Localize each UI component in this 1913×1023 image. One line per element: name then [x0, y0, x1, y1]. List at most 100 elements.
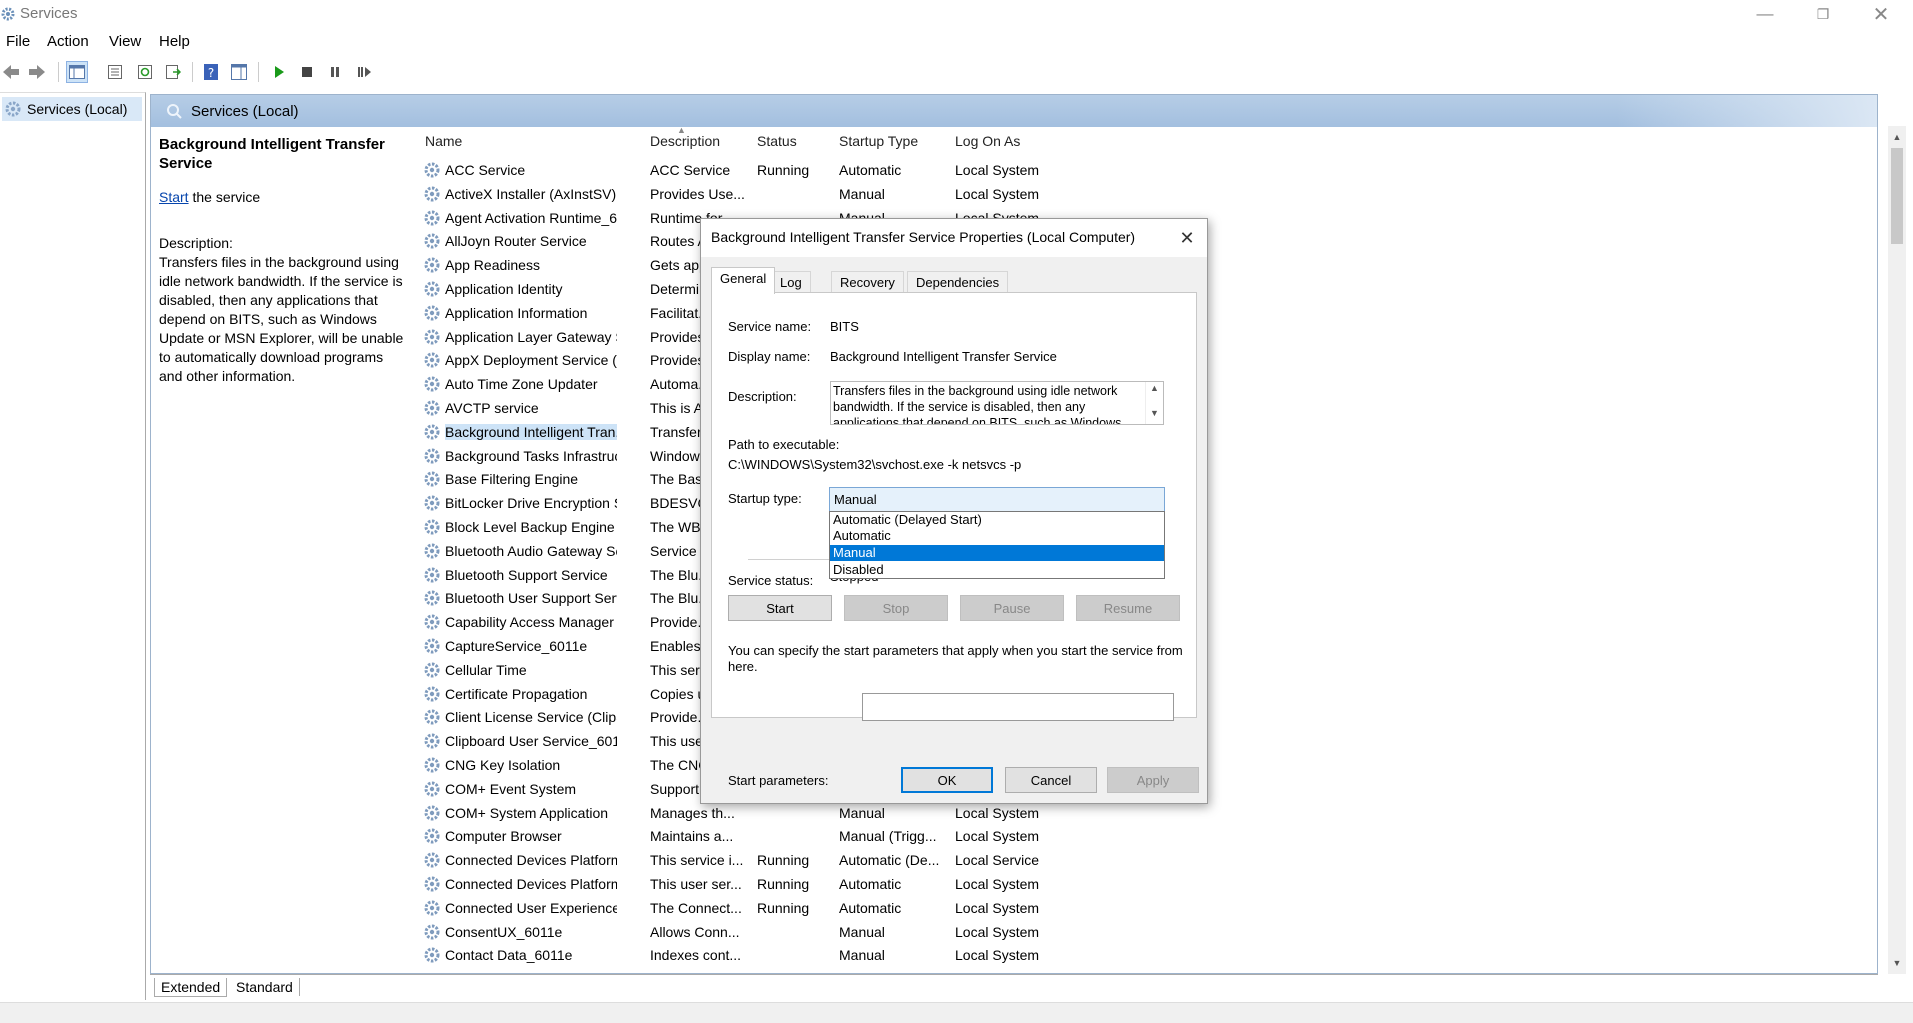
- ok-button[interactable]: OK: [901, 767, 993, 793]
- scroll-up-icon[interactable]: ▲: [1150, 383, 1159, 393]
- dialog-close-button[interactable]: ✕: [1175, 226, 1199, 250]
- pause-icon: [331, 67, 339, 77]
- show-hide-console-tree-button[interactable]: [66, 61, 88, 83]
- cell-status: Running: [757, 899, 810, 916]
- column-name[interactable]: Name: [425, 133, 462, 159]
- minimize-icon: —: [1756, 4, 1774, 23]
- scroll-thumb[interactable]: [1891, 148, 1903, 244]
- cell-name: Auto Time Zone Updater: [445, 376, 598, 393]
- restart-service-button[interactable]: [353, 61, 375, 83]
- startup-type-select[interactable]: Manual ⌄: [829, 487, 1165, 512]
- help-button[interactable]: ?: [200, 61, 222, 83]
- tab-recovery[interactable]: Recovery: [831, 271, 904, 293]
- service-gear-icon: [423, 256, 441, 274]
- column-startup-type[interactable]: Startup Type: [839, 133, 918, 159]
- tab-standard[interactable]: Standard: [230, 978, 300, 996]
- service-gear-icon: [423, 804, 441, 822]
- service-name-label: Service name:: [728, 319, 812, 334]
- cell-log-on-as: Local System: [955, 185, 1040, 202]
- toolbar: ?: [0, 58, 1913, 86]
- cell-name: Application Identity: [445, 281, 563, 297]
- tab-extended[interactable]: Extended: [154, 978, 228, 997]
- option-automatic-delayed[interactable]: Automatic (Delayed Start): [830, 512, 1164, 528]
- table-row[interactable]: Computer Browser Maintains a... Manual (Tr…: [421, 825, 1681, 849]
- service-gear-icon: [423, 447, 441, 465]
- table-row[interactable]: Connected Devices Platform ... This user …: [421, 873, 1681, 897]
- cell-name: AVCTP service: [445, 400, 539, 416]
- startup-type-label: Startup type:: [728, 491, 802, 506]
- column-description[interactable]: Description: [650, 133, 720, 159]
- service-gear-icon: [423, 875, 441, 893]
- pause-button[interactable]: Pause: [960, 595, 1064, 621]
- vertical-scrollbar[interactable]: ▲ ▼: [1888, 126, 1906, 974]
- resume-button[interactable]: Resume: [1076, 595, 1180, 621]
- cell-startup-type: Manual (Trigg...: [839, 828, 937, 845]
- properties-button[interactable]: [104, 61, 126, 83]
- tree-item-services-local[interactable]: Services (Local): [2, 97, 142, 121]
- menu-help[interactable]: Help: [159, 33, 190, 50]
- title-bar: Services — ❐ ✕: [0, 0, 1913, 28]
- service-gear-icon: [423, 780, 441, 798]
- table-row[interactable]: ActiveX Installer (AxInstSV) Provides Use…: [421, 183, 1681, 207]
- tab-log-on[interactable]: Log On: [771, 271, 811, 305]
- stop-service-button[interactable]: [296, 61, 318, 83]
- cell-description: Maintains a...: [650, 828, 734, 845]
- forward-arrow-icon: [29, 65, 45, 79]
- extended-info: Background Intelligent Transfer Service …: [159, 135, 409, 386]
- refresh-icon: [138, 65, 152, 79]
- description-scrollbar[interactable]: ▲ ▼: [1145, 382, 1163, 424]
- properties-icon: [108, 65, 122, 79]
- cell-log-on-as: Local System: [955, 947, 1040, 964]
- service-name-value: BITS: [830, 319, 859, 334]
- services-gear-icon: [1, 7, 15, 21]
- table-row[interactable]: COM+ System Application Manages th... Manu…: [421, 802, 1681, 826]
- start-service-link[interactable]: Start: [159, 189, 189, 205]
- menu-bar: File Action View Help: [0, 30, 1913, 54]
- scroll-down-icon[interactable]: ▼: [1888, 954, 1906, 972]
- minimize-button[interactable]: —: [1736, 0, 1794, 28]
- forward-button[interactable]: [26, 61, 48, 83]
- menu-view[interactable]: View: [109, 33, 141, 50]
- back-button[interactable]: [0, 61, 22, 83]
- table-row[interactable]: Connected User Experiences ... The Connec…: [421, 897, 1681, 921]
- start-button[interactable]: Start: [728, 595, 832, 621]
- close-icon: ✕: [1872, 3, 1890, 26]
- cell-name: Background Intelligent Tran...: [445, 423, 617, 440]
- export-list-button[interactable]: [162, 61, 184, 83]
- service-gear-icon: [423, 756, 441, 774]
- option-manual[interactable]: Manual: [830, 545, 1164, 561]
- pane-title: Services (Local): [191, 102, 299, 120]
- table-row[interactable]: ACC Service ACC Service Running Automatic Lo…: [421, 159, 1681, 183]
- column-log-on-as[interactable]: Log On As: [955, 133, 1020, 159]
- tab-dependencies[interactable]: Dependencies: [907, 271, 1009, 293]
- restore-button[interactable]: ❐: [1794, 0, 1852, 28]
- menu-action[interactable]: Action: [47, 33, 89, 50]
- menu-file[interactable]: File: [6, 33, 30, 50]
- start-params-input[interactable]: [862, 693, 1174, 721]
- cancel-button[interactable]: Cancel: [1005, 767, 1097, 793]
- stop-button[interactable]: Stop: [844, 595, 948, 621]
- option-automatic[interactable]: Automatic: [830, 528, 1164, 544]
- table-row[interactable]: Contact Data_6011e Indexes cont... Manual L…: [421, 944, 1681, 968]
- cell-status: Running: [757, 852, 810, 869]
- view-tabs: Extended Standard: [150, 974, 1878, 1000]
- description-textbox[interactable]: Transfers files in the background using …: [830, 381, 1164, 425]
- tab-general[interactable]: General: [711, 267, 776, 294]
- apply-button[interactable]: Apply: [1107, 767, 1199, 793]
- service-gear-icon: [423, 280, 441, 298]
- scroll-down-icon[interactable]: ▼: [1150, 408, 1159, 418]
- start-service-button[interactable]: [268, 61, 290, 83]
- pause-service-button[interactable]: [324, 61, 346, 83]
- service-gear-icon: [423, 375, 441, 393]
- scroll-up-icon[interactable]: ▲: [1888, 128, 1906, 146]
- table-row[interactable]: ConsentUX_6011e Allows Conn... Manual Local…: [421, 921, 1681, 945]
- close-button[interactable]: ✕: [1852, 0, 1910, 28]
- option-disabled[interactable]: Disabled: [830, 562, 1164, 578]
- table-row[interactable]: Connected Devices Platform ... This servi…: [421, 849, 1681, 873]
- close-icon: ✕: [1179, 227, 1195, 248]
- refresh-button[interactable]: [134, 61, 156, 83]
- action-pane-button[interactable]: [228, 61, 250, 83]
- cell-name: Connected Devices Platform ...: [445, 876, 617, 892]
- cell-name: CaptureService_6011e: [445, 638, 588, 654]
- column-status[interactable]: Status: [757, 133, 797, 159]
